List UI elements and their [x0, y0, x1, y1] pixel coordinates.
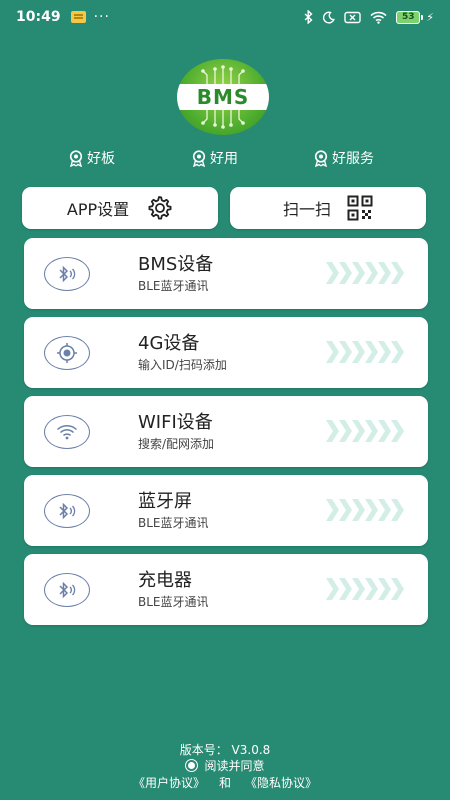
bluetooth-icon [44, 493, 90, 528]
bluetooth-icon [44, 256, 90, 291]
app-settings-label: APP设置 [66, 200, 130, 219]
status-time: 10:49 [16, 9, 61, 25]
agree-label: 阅读并同意 [204, 759, 265, 773]
version-text: 版本号： V3.0.8 [179, 743, 271, 757]
device-card-bluetooth-screen[interactable]: 蓝牙屏 BLE蓝牙通讯 [24, 475, 428, 546]
status-bar: 10:49 ··· 53 ⚡ [0, 0, 450, 34]
battery-icon: 53 ⚡ [396, 10, 434, 24]
device-subtitle: BLE蓝牙通讯 [138, 515, 209, 530]
target-icon [44, 335, 90, 370]
logo-text: BMS [177, 84, 269, 110]
bms-logo: BMS [177, 59, 269, 135]
scan-button[interactable]: 扫一扫 [230, 187, 426, 229]
agree-radio[interactable] [185, 759, 199, 772]
device-title: WIFI设备 [138, 411, 213, 433]
wifi-icon [370, 11, 387, 24]
app-settings-button[interactable]: APP设置 [22, 187, 218, 229]
slogan-label: 好服务 [332, 151, 374, 167]
device-subtitle: 输入ID/扫码添加 [138, 357, 227, 372]
slogan-label: 好用 [210, 151, 238, 167]
device-title: 4G设备 [138, 332, 200, 354]
slogan-item: 好服务 [313, 148, 374, 168]
more-notifications-icon: ··· [93, 9, 110, 25]
charging-icon: ⚡ [426, 10, 434, 24]
award-badge-icon [192, 149, 206, 167]
bluetooth-icon [44, 572, 90, 607]
slogan-item: 好板 [68, 148, 115, 168]
device-card-4g[interactable]: 4G设备 输入ID/扫码添加 [24, 317, 428, 388]
device-subtitle: 搜索/配网添加 [138, 436, 215, 451]
chevrons-right-icon [326, 341, 404, 363]
device-card-bms[interactable]: BMS设备 BLE蓝牙通讯 [24, 238, 428, 309]
user-agreement-link[interactable]: 《用户协议》 [133, 774, 205, 791]
chevrons-right-icon [326, 420, 404, 442]
gear-icon [148, 196, 172, 220]
chevrons-right-icon [326, 578, 404, 600]
moon-icon [322, 11, 336, 24]
agree-row: 阅读并同意 [0, 757, 450, 774]
device-card-charger[interactable]: 充电器 BLE蓝牙通讯 [24, 554, 428, 625]
slogan-item: 好用 [191, 148, 238, 168]
slogans: 好板 好用 好服务 [0, 148, 450, 170]
device-subtitle: BLE蓝牙通讯 [138, 594, 209, 609]
device-title: 充电器 [138, 569, 192, 591]
agreement-links: 《用户协议》 和 《隐私协议》 [0, 774, 450, 791]
status-icons: 53 ⚡ [304, 10, 434, 24]
and-text: 和 [218, 776, 231, 790]
slogan-label: 好板 [87, 151, 115, 167]
qr-code-icon [347, 195, 373, 221]
award-badge-icon [69, 149, 83, 167]
device-title: 蓝牙屏 [138, 490, 192, 512]
device-card-wifi[interactable]: WIFI设备 搜索/配网添加 [24, 396, 428, 467]
scan-label: 扫一扫 [282, 200, 331, 219]
notification-app-icon [70, 11, 86, 23]
device-subtitle: BLE蓝牙通讯 [138, 278, 209, 293]
wifi-icon [44, 414, 90, 449]
award-badge-icon [314, 149, 328, 167]
bluetooth-icon [304, 10, 313, 24]
chevrons-right-icon [326, 499, 404, 521]
battery-level: 53 [396, 10, 421, 24]
privacy-policy-link[interactable]: 《隐私协议》 [245, 774, 317, 791]
device-title: BMS设备 [138, 253, 214, 275]
sim-off-icon [344, 11, 361, 24]
chevrons-right-icon [326, 262, 404, 284]
